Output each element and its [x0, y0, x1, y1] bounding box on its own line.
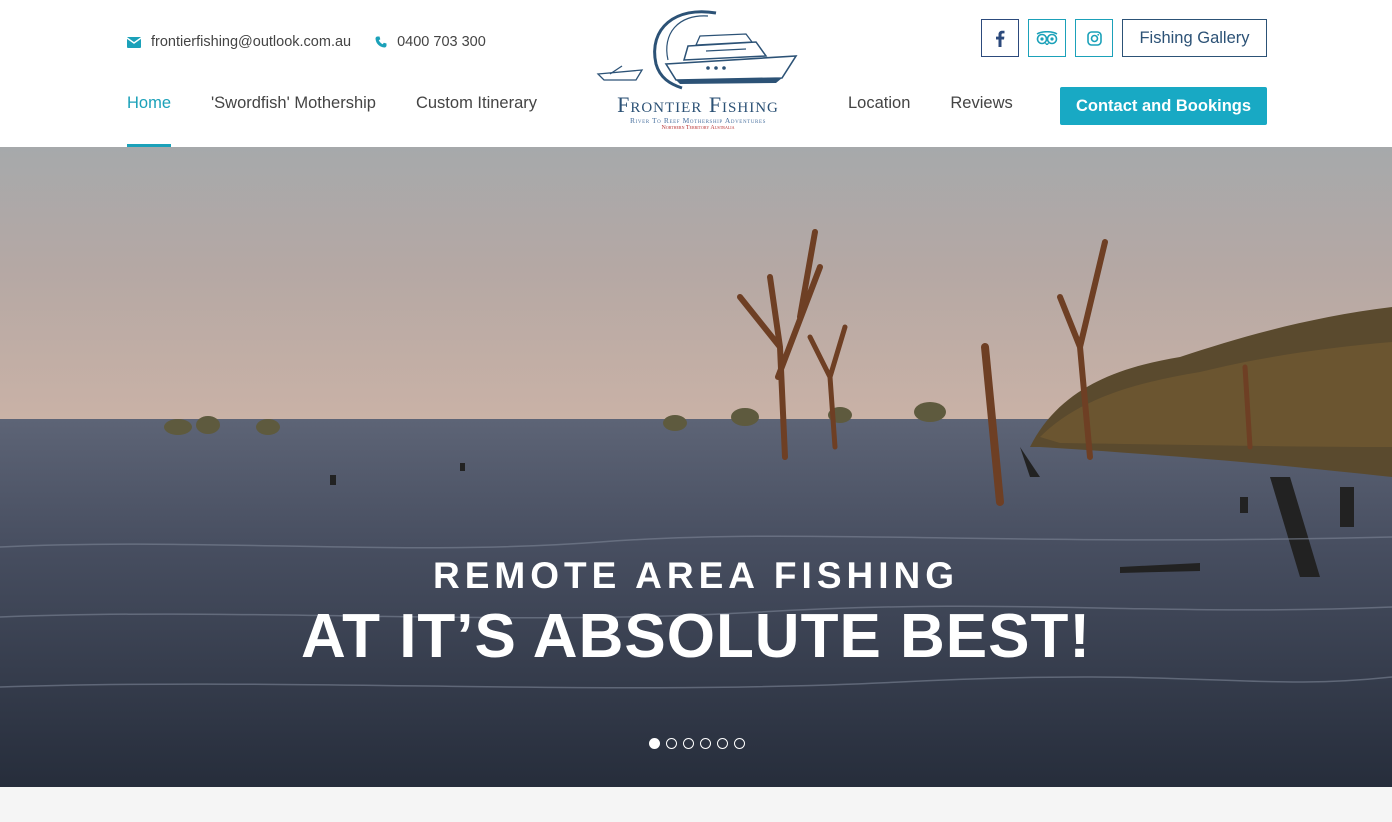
phone-icon — [375, 36, 387, 48]
email-link[interactable]: frontierfishing@outlook.com.au — [127, 34, 351, 50]
site-header: frontierfishing@outlook.com.au 0400 703 … — [0, 0, 1392, 147]
contact-bookings-button[interactable]: Contact and Bookings — [1060, 87, 1267, 125]
main-nav-left: Home 'Swordfish' Mothership Custom Itine… — [127, 94, 577, 147]
fishing-gallery-button[interactable]: Fishing Gallery — [1122, 19, 1267, 57]
instagram-button[interactable] — [1075, 19, 1113, 57]
tripadvisor-button[interactable] — [1028, 19, 1066, 57]
slide-dot[interactable] — [683, 738, 694, 749]
slider-pagination — [649, 738, 751, 749]
facebook-button[interactable] — [981, 19, 1019, 57]
contact-bar: frontierfishing@outlook.com.au 0400 703 … — [127, 32, 510, 52]
logo-title: Frontier Fishing — [617, 92, 779, 117]
phone-link[interactable]: 0400 703 300 — [375, 34, 486, 50]
tripadvisor-icon — [1036, 31, 1058, 45]
boat-logo-icon — [596, 10, 798, 90]
slide-dot[interactable] — [666, 738, 677, 749]
slide-dot[interactable] — [717, 738, 728, 749]
email-text: frontierfishing@outlook.com.au — [151, 34, 352, 50]
nav-item-mothership[interactable]: 'Swordfish' Mothership — [211, 94, 376, 147]
hero-subtitle: REMOTE AREA FISHING — [433, 555, 959, 596]
logo-region: Northern Territory Australia — [661, 125, 735, 131]
nav-item-home[interactable]: Home — [127, 94, 172, 147]
nav-item-location[interactable]: Location — [848, 94, 910, 147]
hero-title: AT IT’S ABSOLUTE BEST! — [300, 602, 1092, 671]
nav-item-reviews[interactable]: Reviews — [950, 94, 1012, 147]
slide-dot[interactable] — [734, 738, 745, 749]
facebook-icon — [996, 30, 1005, 47]
hero-background-image — [0, 147, 1392, 787]
nav-item-custom-itinerary[interactable]: Custom Itinerary — [416, 94, 537, 147]
slide-dot[interactable] — [649, 738, 660, 749]
phone-text: 0400 703 300 — [397, 34, 486, 50]
instagram-icon — [1086, 30, 1102, 46]
hero-slider: REMOTE AREA FISHING AT IT’S ABSOLUTE BES… — [0, 147, 1392, 787]
main-nav-right: Location Reviews — [848, 94, 1013, 147]
slide-dot[interactable] — [700, 738, 711, 749]
site-logo[interactable]: Frontier Fishing River To Reef Mothershi… — [596, 8, 800, 136]
content-section-top — [0, 787, 1392, 822]
logo-subtitle: River To Reef Mothership Adventures — [629, 116, 766, 125]
envelope-icon — [127, 36, 141, 48]
